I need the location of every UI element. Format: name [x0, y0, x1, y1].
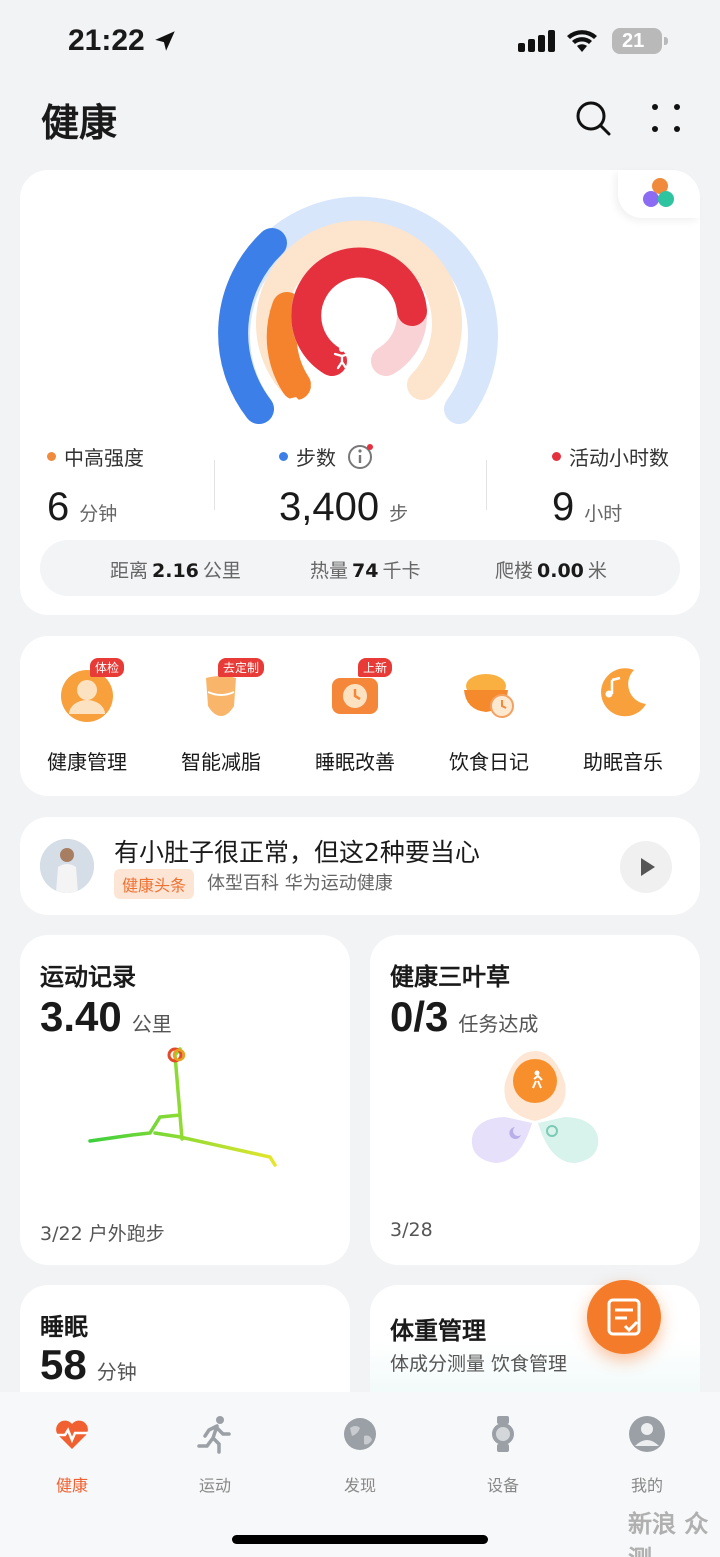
metric-label: 步数 — [296, 446, 336, 470]
metric-value: 6 — [47, 485, 70, 529]
more-options-icon[interactable] — [646, 98, 686, 138]
card-title: 体重管理 — [390, 1317, 486, 1345]
quick-sleep-improve[interactable]: 上新 睡眠改善 — [295, 658, 415, 775]
tab-health[interactable]: 健康 — [32, 1414, 112, 1496]
battery-icon: 21 — [612, 28, 668, 54]
card-unit: 公里 — [131, 1012, 172, 1036]
card-footer: 3/22 户外跑步 — [40, 1223, 165, 1245]
food-bowl-icon — [464, 674, 514, 718]
news-source: 体型百科 华为运动健康 — [207, 873, 393, 894]
play-button[interactable] — [620, 841, 672, 893]
card-title: 睡眠 — [40, 1313, 88, 1341]
quick-fat-loss[interactable]: 去定制 智能减脂 — [161, 658, 281, 775]
tab-discover[interactable]: 发现 — [320, 1414, 400, 1496]
runner-icon — [197, 1416, 231, 1454]
globe-icon — [344, 1418, 376, 1450]
info-icon[interactable] — [346, 443, 374, 471]
card-value: 3.40 — [40, 993, 122, 1040]
tab-label: 发现 — [343, 1476, 376, 1495]
quick-label: 助眠音乐 — [583, 750, 663, 774]
tab-label: 运动 — [198, 1476, 231, 1495]
quick-label: 健康管理 — [47, 750, 127, 774]
health-news-card[interactable]: 有小肚子很正常，但这2种要当心 健康头条 体型百科 华为运动健康 — [20, 817, 700, 915]
quick-label: 睡眠改善 — [315, 750, 395, 774]
news-thumbnail — [40, 839, 94, 893]
stat-calories: 热量 74 千卡 — [310, 560, 421, 582]
search-icon[interactable] — [573, 98, 613, 138]
watch-icon — [492, 1416, 514, 1452]
status-time: 21:22 — [68, 24, 145, 57]
three-dots-logo-icon — [643, 178, 674, 207]
metric-unit: 步 — [389, 503, 409, 525]
card-value: 0/3 — [390, 993, 449, 1040]
quick-food-diary[interactable]: 饮食日记 — [429, 660, 549, 775]
quick-sleep-music[interactable]: 助眠音乐 — [563, 660, 683, 775]
news-category-chip: 健康头条 — [114, 869, 195, 899]
metric-value: 9 — [552, 485, 575, 529]
tab-exercise[interactable]: 运动 — [175, 1414, 255, 1496]
home-indicator — [232, 1535, 488, 1544]
bottom-tab-bar: 健康 运动 发现 设备 我的 新浪 众测 — [0, 1392, 720, 1557]
card-value: 58 — [40, 1341, 87, 1388]
card-unit: 分钟 — [96, 1360, 137, 1384]
profile-icon — [629, 1416, 665, 1452]
theme-switch-button[interactable] — [618, 170, 700, 218]
card-subtitle: 体成分测量 饮食管理 — [390, 1353, 568, 1375]
card-footer: 3/28 — [390, 1219, 433, 1241]
page-title: 健康 — [41, 101, 118, 145]
moon-music-icon — [601, 668, 646, 717]
activity-rings — [218, 196, 498, 424]
checklist-icon — [607, 1298, 641, 1336]
metric-label: 中高强度 — [64, 446, 144, 470]
stopwatch-icon — [310, 376, 328, 394]
stat-floors: 爬楼 0.00 米 — [495, 560, 607, 582]
quick-health-management[interactable]: 体检 健康管理 — [27, 658, 147, 775]
card-title: 运动记录 — [40, 963, 136, 991]
quick-label: 智能减脂 — [181, 750, 261, 774]
health-record-fab[interactable] — [587, 1280, 661, 1354]
status-bar: 21:22 21 — [0, 0, 720, 84]
quick-actions-card: 体检 健康管理 去定制 智能减脂 上新 睡眠改善 饮食日记 助眠音乐 — [20, 636, 700, 796]
route-map — [88, 1047, 277, 1167]
metric-label: 活动小时数 — [569, 446, 669, 470]
cellular-signal-icon — [518, 30, 555, 52]
activity-stats-bar: 距离 2.16 公里 热量 74 千卡 爬楼 0.00 米 — [40, 540, 680, 596]
badge: 上新 — [358, 658, 393, 677]
wifi-icon — [567, 30, 597, 52]
watermark: 新浪 众测 — [628, 1510, 709, 1557]
card-title: 健康三叶草 — [390, 963, 510, 991]
metric-unit: 小时 — [584, 503, 623, 525]
divider — [214, 460, 215, 510]
tab-devices[interactable]: 设备 — [463, 1414, 543, 1496]
tab-label: 健康 — [55, 1476, 88, 1495]
tab-label: 我的 — [630, 1476, 663, 1495]
tab-me[interactable]: 我的 — [607, 1414, 687, 1496]
divider — [486, 460, 487, 510]
news-title: 有小肚子很正常，但这2种要当心 — [114, 838, 480, 867]
health-clover-card[interactable]: 健康三叶草 0/3 任务达成 3/28 — [370, 935, 700, 1265]
metric-intensity[interactable]: 中高强度 6 分钟 — [47, 442, 144, 530]
card-unit: 任务达成 — [458, 1012, 539, 1036]
location-arrow-icon — [155, 31, 175, 51]
heart-icon — [56, 1420, 88, 1449]
exercise-record-card[interactable]: 运动记录 3.40 公里 3/22 户外跑步 — [20, 935, 350, 1265]
metric-unit: 分钟 — [79, 503, 118, 525]
stat-distance: 距离 2.16 公里 — [110, 560, 241, 582]
quick-label: 饮食日记 — [449, 750, 529, 774]
badge: 去定制 — [218, 658, 265, 677]
tab-label: 设备 — [486, 1476, 519, 1495]
metric-active-hours[interactable]: 活动小时数 9 小时 — [552, 442, 669, 530]
badge: 体检 — [90, 658, 125, 677]
metric-steps[interactable]: 步数 3,400 步 — [279, 442, 408, 530]
metric-value: 3,400 — [279, 485, 380, 529]
clover-graphic — [471, 1051, 599, 1163]
activity-rings-card[interactable]: 中高强度 6 分钟 步数 3,400 步 活动小时数 9 小时 距离 2.16 公里 热量… — [20, 170, 700, 615]
play-icon — [641, 858, 655, 876]
